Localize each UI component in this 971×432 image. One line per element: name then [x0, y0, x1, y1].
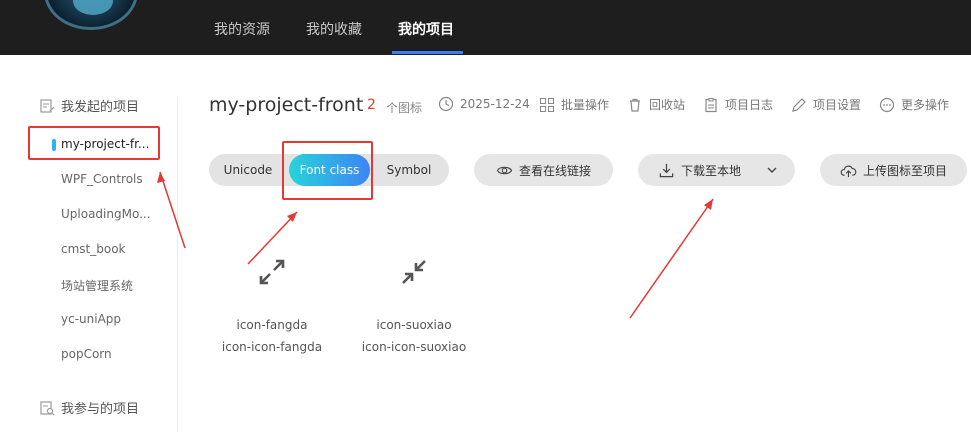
icon-name-suoxiao: icon-suoxiao — [376, 318, 452, 332]
view-online-link-button[interactable]: 查看在线链接 — [474, 154, 613, 186]
sidebar-item-cmst-book[interactable]: cmst_book — [61, 242, 126, 256]
project-log-button[interactable]: 项目日志 — [703, 96, 773, 113]
batch-operations-label: 批量操作 — [561, 98, 610, 112]
project-date: 2025-12-24 — [438, 96, 530, 112]
recycle-bin-button[interactable]: 回收站 — [627, 96, 685, 113]
trash-icon — [630, 98, 640, 112]
cloud-upload-icon — [840, 165, 857, 177]
upload-icons-button[interactable]: 上传图标至项目 — [820, 154, 967, 186]
more-dots-icon — [879, 97, 895, 112]
nav-my-projects[interactable]: 我的项目 — [398, 0, 454, 55]
annotation-arrowhead-1 — [157, 172, 165, 183]
expand-arrows-icon[interactable] — [258, 258, 286, 286]
icon-count: 2 — [367, 97, 376, 113]
joined-projects-heading-label: 我参与的项目 — [61, 402, 140, 417]
project-date-text: 2025-12-24 — [460, 97, 530, 111]
more-actions-label: 更多操作 — [901, 98, 950, 112]
document-search-icon — [40, 400, 55, 415]
download-local-button[interactable]: 下载至本地 — [638, 154, 795, 186]
clipboard-icon — [705, 97, 717, 112]
annotation-arrowhead-3 — [704, 199, 713, 210]
pencil-icon — [792, 97, 806, 112]
my-projects-heading-label: 我发起的项目 — [61, 100, 140, 115]
icon-count-unit: 个图标 — [386, 101, 423, 115]
sidebar-item-station-system[interactable]: 场站管理系统 — [61, 277, 133, 294]
project-settings-button[interactable]: 项目设置 — [791, 96, 861, 113]
sidebar-item-popcorn[interactable]: popCorn — [61, 347, 112, 361]
sidebar-item-uploadingmo[interactable]: UploadingMo... — [61, 207, 151, 221]
annotation-arrow-3 — [629, 198, 714, 319]
nav-my-favorites[interactable]: 我的收藏 — [306, 0, 362, 55]
top-navigation-bar: 我的资源 我的收藏 我的项目 — [0, 0, 971, 55]
tab-unicode[interactable]: Unicode — [217, 154, 279, 186]
project-log-label: 项目日志 — [725, 98, 774, 112]
view-online-link-label: 查看在线链接 — [518, 163, 591, 178]
project-title: my-project-front — [209, 94, 364, 116]
annotation-box-sidebar-item — [28, 126, 160, 160]
download-icon — [659, 163, 674, 177]
annotation-arrowhead-2 — [287, 212, 297, 222]
annotation-arrow-1 — [159, 171, 186, 249]
chevron-down-icon[interactable] — [766, 164, 778, 176]
joined-projects-heading: 我参与的项目 — [39, 398, 139, 417]
batch-operations-button[interactable]: 批量操作 — [539, 96, 609, 113]
nav-my-resources[interactable]: 我的资源 — [214, 0, 270, 55]
download-local-label: 下载至本地 — [681, 163, 742, 178]
user-avatar[interactable] — [44, 0, 138, 30]
eye-icon — [496, 166, 513, 174]
project-settings-label: 项目设置 — [813, 98, 862, 112]
clock-icon — [438, 96, 454, 112]
icon-name-fangda: icon-fangda — [236, 318, 308, 332]
sidebar-divider — [177, 97, 178, 432]
upload-icons-label: 上传图标至项目 — [862, 163, 947, 178]
icon-class-suoxiao: icon-icon-suoxiao — [361, 340, 467, 354]
more-actions-button[interactable]: 更多操作 — [879, 96, 949, 113]
grid-icon — [540, 97, 554, 112]
icon-class-fangda: icon-icon-fangda — [221, 340, 323, 354]
document-edit-icon — [40, 98, 55, 113]
my-projects-heading: 我发起的项目 — [39, 96, 139, 115]
annotation-arrow-2 — [247, 211, 298, 265]
collapse-arrows-icon[interactable] — [400, 258, 428, 286]
sidebar-item-yc-uniapp[interactable]: yc-uniApp — [61, 312, 121, 326]
recycle-bin-label: 回收站 — [649, 98, 686, 112]
active-nav-underline — [392, 51, 463, 54]
sidebar-item-wpf-controls[interactable]: WPF_Controls — [61, 172, 143, 186]
tab-symbol[interactable]: Symbol — [378, 154, 440, 186]
annotation-box-font-class — [282, 141, 373, 200]
avatar-figure — [73, 0, 113, 15]
